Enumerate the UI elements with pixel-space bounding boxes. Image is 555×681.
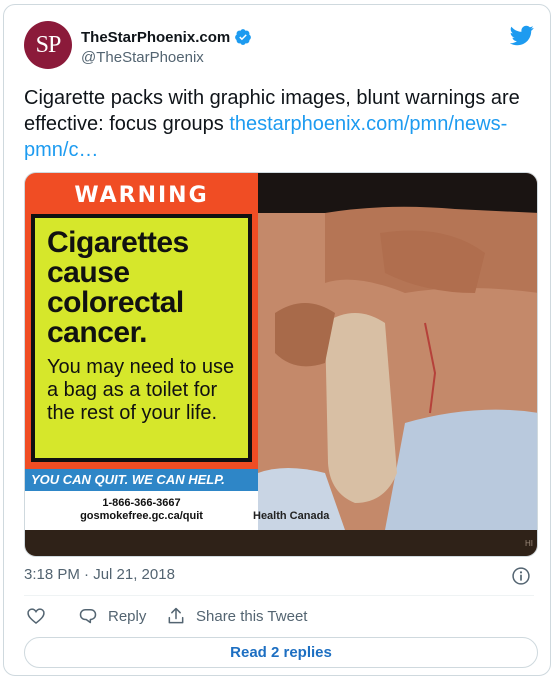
warning-headline: Cigarettes cause colorectal cancer. bbox=[47, 226, 189, 349]
heart-icon bbox=[27, 608, 45, 625]
reply-label: Reply bbox=[108, 607, 147, 625]
warning-label-panel: WARNING Cigarettes cause colorectal canc… bbox=[25, 173, 258, 530]
tweet-text: Cigarette packs with graphic images, blu… bbox=[24, 85, 534, 163]
contact-info: 1-866-366-3667 gosmokefree.gc.ca/quit bbox=[25, 491, 258, 530]
author-display-name[interactable]: TheStarPhoenix.com bbox=[81, 28, 252, 46]
image-credit: Health Canada bbox=[253, 510, 330, 522]
verified-badge-icon bbox=[235, 29, 252, 45]
warning-message-box: Cigarettes cause colorectal cancer. You … bbox=[31, 214, 252, 462]
author-handle[interactable]: @TheStarPhoenix bbox=[81, 49, 204, 66]
like-button[interactable] bbox=[26, 605, 46, 627]
reply-button[interactable]: Reply bbox=[78, 605, 146, 627]
share-button[interactable]: Share this Tweet bbox=[166, 605, 307, 627]
tweet-timestamp[interactable]: 3:18 PM · Jul 21, 2018 bbox=[24, 566, 175, 583]
divider bbox=[24, 595, 534, 596]
image-corner-mark: HI bbox=[525, 539, 533, 548]
warning-title: WARNING bbox=[74, 183, 209, 208]
tweet-media-image[interactable]: WARNING Cigarettes cause colorectal canc… bbox=[24, 172, 538, 557]
speech-bubble-icon bbox=[79, 609, 97, 624]
warning-body: You may need to use a bag as a toilet fo… bbox=[47, 356, 235, 424]
image-bottom-bar bbox=[25, 530, 537, 556]
quit-website: gosmokefree.gc.ca/quit bbox=[80, 510, 203, 522]
twitter-bird-icon[interactable] bbox=[510, 23, 534, 47]
read-replies-button[interactable]: Read 2 replies bbox=[24, 637, 538, 668]
quitline-phone: 1-866-366-3667 bbox=[102, 497, 181, 509]
tweet-card: SP TheStarPhoenix.com @TheStarPhoenix Ci… bbox=[3, 4, 551, 676]
avatar-initials: SP bbox=[35, 31, 62, 58]
display-name-text: TheStarPhoenix.com bbox=[81, 28, 231, 46]
info-icon[interactable] bbox=[511, 566, 531, 586]
quit-slogan: YOU CAN QUIT. WE CAN HELP. bbox=[25, 469, 258, 491]
share-upload-icon bbox=[168, 607, 184, 624]
avatar[interactable]: SP bbox=[24, 21, 72, 69]
share-label: Share this Tweet bbox=[196, 607, 308, 625]
